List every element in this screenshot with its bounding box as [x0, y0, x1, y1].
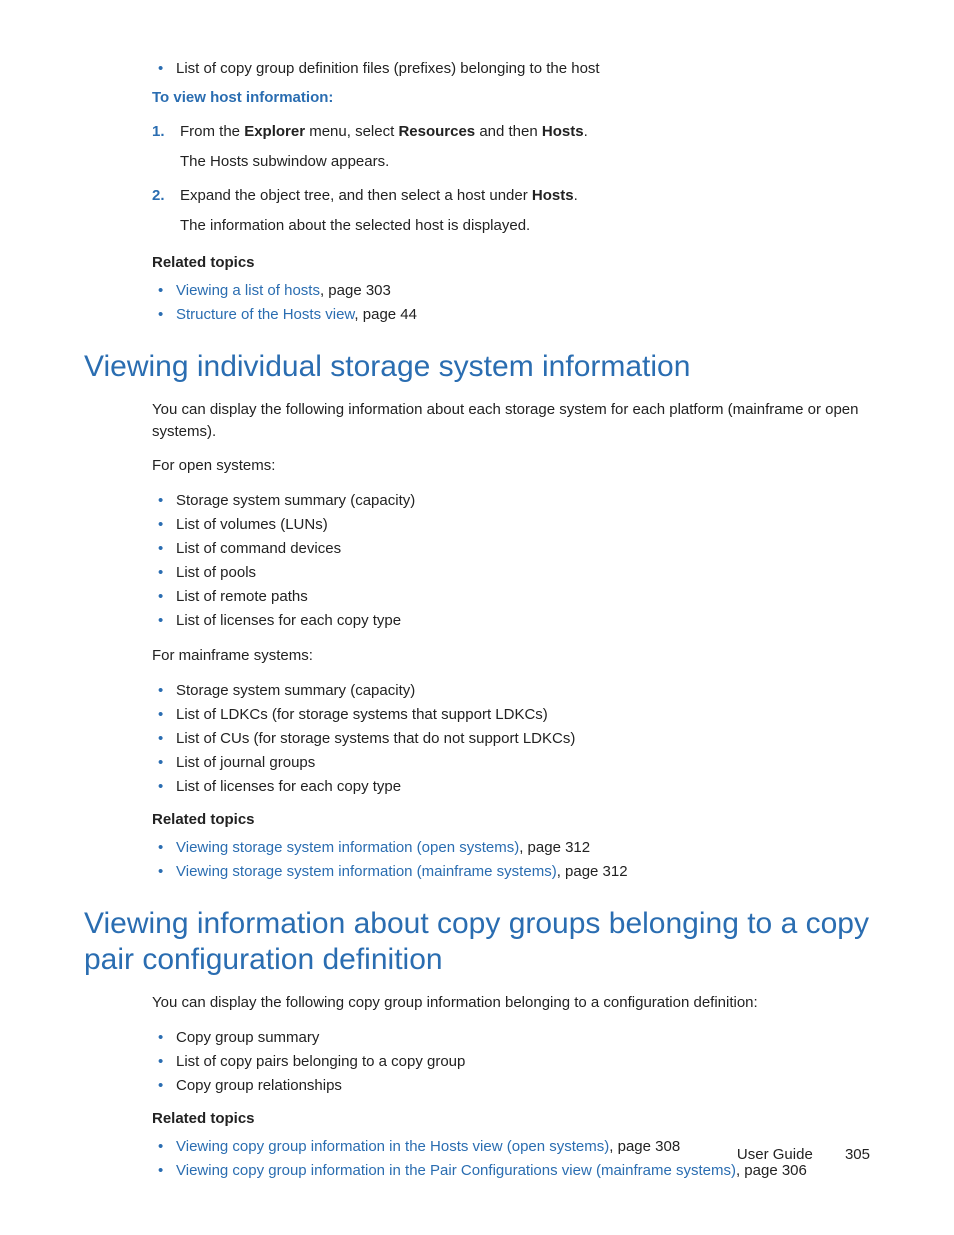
list-item: Copy group relationships — [152, 1074, 870, 1098]
list-item: Storage system summary (capacity) — [152, 679, 870, 703]
related-link[interactable]: Viewing copy group information in the Ho… — [176, 1138, 609, 1155]
procedure-title: To view host information: — [152, 89, 870, 106]
open-systems-list: Storage system summary (capacity) List o… — [152, 489, 870, 633]
step-subtext: The Hosts subwindow appears. — [180, 150, 870, 174]
related-item: Viewing storage system information (open… — [152, 836, 870, 860]
footer-label: User Guide — [737, 1146, 813, 1163]
step-subtext: The information about the selected host … — [180, 214, 870, 238]
mainframe-list: Storage system summary (capacity) List o… — [152, 679, 870, 799]
top-bullet-list: List of copy group definition files (pre… — [152, 58, 870, 79]
related-link[interactable]: Viewing a list of hosts — [176, 282, 320, 299]
content-column: List of copy group definition files (pre… — [152, 58, 870, 1183]
step-keyword-hosts: Hosts — [532, 187, 574, 204]
top-bullet-item: List of copy group definition files (pre… — [152, 58, 870, 79]
list-item: Copy group summary — [152, 1026, 870, 1050]
related-topics-list: Viewing storage system information (open… — [152, 836, 870, 884]
step-keyword-explorer: Explorer — [244, 123, 305, 140]
related-page: , page 44 — [354, 306, 417, 323]
list-item: List of pools — [152, 561, 870, 585]
list-item: List of LDKCs (for storage systems that … — [152, 703, 870, 727]
related-page: , page 312 — [519, 839, 590, 856]
list-item: List of journal groups — [152, 751, 870, 775]
related-item: Viewing a list of hosts, page 303 — [152, 279, 870, 303]
step-1: 1. From the Explorer menu, select Resour… — [152, 120, 870, 174]
related-link[interactable]: Viewing storage system information (open… — [176, 839, 519, 856]
related-page: , page 312 — [557, 863, 628, 880]
list-item: List of licenses for each copy type — [152, 775, 870, 799]
step-2: 2. Expand the object tree, and then sele… — [152, 184, 870, 238]
section-heading-copygroups: Viewing information about copy groups be… — [84, 906, 870, 978]
related-topics-heading: Related topics — [152, 254, 870, 271]
step-number: 2. — [152, 184, 165, 208]
step-number: 1. — [152, 120, 165, 144]
page: List of copy group definition files (pre… — [0, 0, 954, 1235]
step-text: . — [574, 187, 578, 204]
related-link[interactable]: Viewing storage system information (main… — [176, 863, 557, 880]
list-item: List of CUs (for storage systems that do… — [152, 727, 870, 751]
open-systems-label: For open systems: — [152, 455, 870, 477]
step-text: . — [584, 123, 588, 140]
mainframe-label: For mainframe systems: — [152, 645, 870, 667]
related-page: , page 303 — [320, 282, 391, 299]
related-link[interactable]: Viewing copy group information in the Pa… — [176, 1162, 736, 1179]
copygroups-list: Copy group summary List of copy pairs be… — [152, 1026, 870, 1098]
related-item: Viewing storage system information (main… — [152, 860, 870, 884]
page-footer: User Guide 305 — [737, 1146, 870, 1163]
step-text: and then — [475, 123, 542, 140]
related-page: , page 306 — [736, 1162, 807, 1179]
procedure-steps: 1. From the Explorer menu, select Resour… — [152, 120, 870, 238]
page-number: 305 — [845, 1146, 870, 1163]
list-item: List of command devices — [152, 537, 870, 561]
list-item: List of copy pairs belonging to a copy g… — [152, 1050, 870, 1074]
step-keyword-resources: Resources — [398, 123, 475, 140]
list-item: Storage system summary (capacity) — [152, 489, 870, 513]
step-text: From the — [180, 123, 244, 140]
related-page: , page 308 — [609, 1138, 680, 1155]
related-topics-heading: Related topics — [152, 811, 870, 828]
step-text: menu, select — [305, 123, 398, 140]
related-item: Structure of the Hosts view, page 44 — [152, 303, 870, 327]
list-item: List of volumes (LUNs) — [152, 513, 870, 537]
related-link[interactable]: Structure of the Hosts view — [176, 306, 354, 323]
section-heading-storage: Viewing individual storage system inform… — [84, 349, 870, 385]
section3-intro: You can display the following copy group… — [152, 992, 870, 1014]
list-item: List of remote paths — [152, 585, 870, 609]
related-topics-heading: Related topics — [152, 1110, 870, 1127]
section2-intro: You can display the following informatio… — [152, 399, 870, 443]
related-topics-list: Viewing a list of hosts, page 303 Struct… — [152, 279, 870, 327]
step-keyword-hosts: Hosts — [542, 123, 584, 140]
step-text: Expand the object tree, and then select … — [180, 187, 532, 204]
list-item: List of licenses for each copy type — [152, 609, 870, 633]
